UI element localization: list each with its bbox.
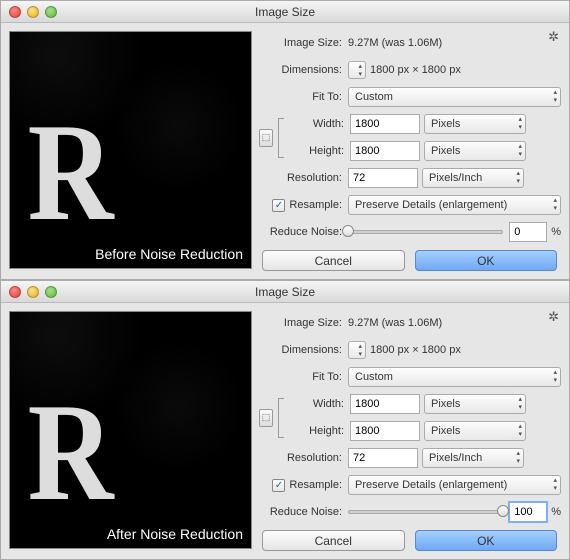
dialog-title: Image Size	[1, 5, 569, 19]
preview-image: R After Noise Reduction	[9, 311, 252, 549]
resolution-input[interactable]	[348, 448, 418, 468]
resample-label: Resample:	[289, 479, 342, 491]
fit-to-dropdown[interactable]: Custom▴▾	[348, 367, 561, 387]
titlebar: Image Size	[1, 281, 569, 303]
image-size-value: 9.27M (was 1.06M)	[348, 37, 561, 49]
close-icon[interactable]	[9, 6, 21, 18]
cancel-button[interactable]: Cancel	[262, 250, 405, 271]
resolution-label: Resolution:	[258, 452, 348, 464]
cancel-button[interactable]: Cancel	[262, 530, 405, 551]
reduce-noise-label: Reduce Noise:	[258, 226, 348, 238]
height-label: Height:	[286, 145, 350, 157]
resolution-label: Resolution:	[258, 172, 348, 184]
resample-dropdown[interactable]: Preserve Details (enlargement)▴▾	[348, 195, 561, 215]
image-size-label: Image Size:	[258, 37, 348, 49]
width-input[interactable]	[350, 394, 420, 414]
gear-icon[interactable]: ✲	[548, 309, 559, 325]
percent-label: %	[551, 226, 561, 238]
height-unit-dropdown[interactable]: Pixels▴▾	[424, 421, 526, 441]
dimensions-value: 1800 px × 1800 px	[370, 64, 461, 76]
close-icon[interactable]	[9, 286, 21, 298]
resample-checkbox[interactable]: ✓	[272, 199, 285, 212]
reduce-noise-label: Reduce Noise:	[258, 506, 348, 518]
zoom-icon[interactable]	[45, 286, 57, 298]
height-label: Height:	[286, 425, 350, 437]
dimensions-unit-dropdown[interactable]: ▴▾	[348, 341, 366, 359]
dimensions-label: Dimensions:	[258, 344, 348, 356]
width-input[interactable]	[350, 114, 420, 134]
image-size-value: 9.27M (was 1.06M)	[348, 317, 561, 329]
reduce-noise-input[interactable]	[509, 502, 547, 522]
width-unit-dropdown[interactable]: Pixels▴▾	[424, 394, 526, 414]
fit-to-label: Fit To:	[258, 371, 348, 383]
height-input[interactable]	[350, 141, 420, 161]
image-size-dialog: Image Size ✲ R After Noise Reduction Ima…	[0, 280, 570, 560]
dimensions-value: 1800 px × 1800 px	[370, 344, 461, 356]
height-input[interactable]	[350, 421, 420, 441]
preview-image: R Before Noise Reduction	[9, 31, 252, 269]
dimensions-unit-dropdown[interactable]: ▴▾	[348, 61, 366, 79]
ok-button[interactable]: OK	[415, 530, 558, 551]
minimize-icon[interactable]	[27, 286, 39, 298]
dimensions-label: Dimensions:	[258, 64, 348, 76]
link-icon[interactable]: ⬚	[258, 118, 274, 158]
reduce-noise-slider[interactable]	[348, 505, 503, 519]
titlebar: Image Size	[1, 1, 569, 23]
percent-label: %	[551, 506, 561, 518]
image-size-dialog: Image Size ✲ R Before Noise Reduction Im…	[0, 0, 570, 280]
height-unit-dropdown[interactable]: Pixels▴▾	[424, 141, 526, 161]
width-label: Width:	[286, 398, 350, 410]
resolution-unit-dropdown[interactable]: Pixels/Inch▴▾	[422, 448, 524, 468]
image-size-label: Image Size:	[258, 317, 348, 329]
reduce-noise-slider[interactable]	[348, 225, 503, 239]
link-icon[interactable]: ⬚	[258, 398, 274, 438]
width-unit-dropdown[interactable]: Pixels▴▾	[424, 114, 526, 134]
minimize-icon[interactable]	[27, 6, 39, 18]
preview-label: After Noise Reduction	[107, 526, 243, 542]
fit-to-label: Fit To:	[258, 91, 348, 103]
resample-label: Resample:	[289, 199, 342, 211]
reduce-noise-input[interactable]	[509, 222, 547, 242]
gear-icon[interactable]: ✲	[548, 29, 559, 45]
zoom-icon[interactable]	[45, 6, 57, 18]
preview-label: Before Noise Reduction	[95, 246, 243, 262]
fit-to-dropdown[interactable]: Custom▴▾	[348, 87, 561, 107]
ok-button[interactable]: OK	[415, 250, 558, 271]
resolution-input[interactable]	[348, 168, 418, 188]
resolution-unit-dropdown[interactable]: Pixels/Inch▴▾	[422, 168, 524, 188]
dialog-title: Image Size	[1, 285, 569, 299]
resample-dropdown[interactable]: Preserve Details (enlargement)▴▾	[348, 475, 561, 495]
width-label: Width:	[286, 118, 350, 130]
resample-checkbox[interactable]: ✓	[272, 479, 285, 492]
